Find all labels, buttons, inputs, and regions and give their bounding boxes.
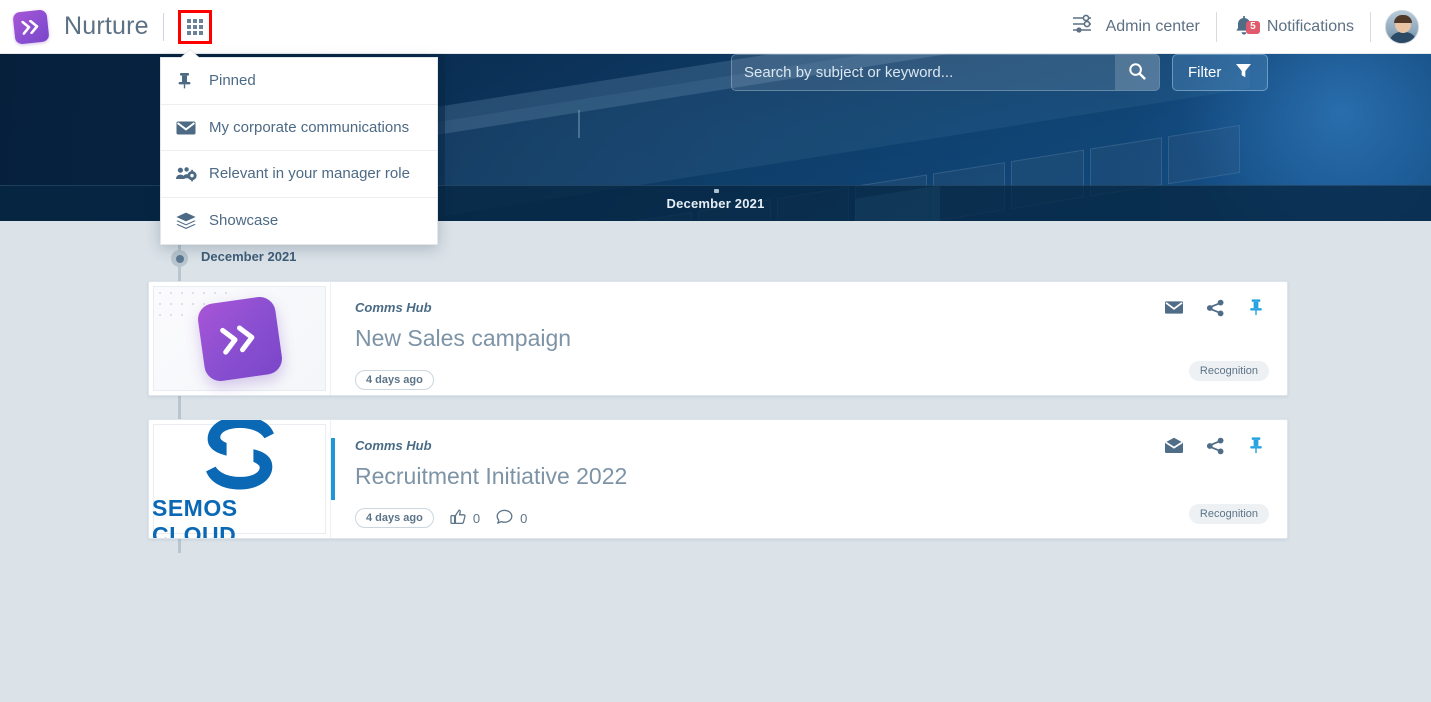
card-thumbnail [149,282,331,395]
notifications-label: Notifications [1266,17,1354,35]
card-hub-label: Comms Hub [355,438,432,453]
apps-grid-button[interactable] [177,9,212,44]
dropdown-item-label: Showcase [209,212,279,230]
comment-stat[interactable]: 0 [496,509,527,528]
dropdown-item-label: Relevant in your manager role [209,165,410,183]
avatar[interactable] [1385,9,1419,44]
search-box[interactable] [731,54,1160,91]
sliders-icon [1070,13,1094,40]
dropdown-item-label: My corporate communications [209,118,410,136]
notifications-button[interactable]: 5 Notifications [1217,15,1370,39]
like-stat[interactable]: 0 [450,509,480,528]
card-meta: 4 days ago [355,370,1267,390]
month-band-marker [714,189,719,193]
envelope-icon [175,118,209,137]
share-icon[interactable] [1206,437,1225,455]
pin-icon[interactable] [1247,436,1265,455]
timeline-month-label: December 2021 [201,249,297,264]
card-tag: Recognition [1188,504,1269,524]
card-hub-label: Comms Hub [355,300,432,315]
filter-label: Filter [1188,64,1222,81]
semos-cloud-logo-icon: SEMOS CLOUD [152,420,327,538]
apps-dropdown-menu: Pinned My corporate communications Relev [160,57,438,245]
notifications-badge: 5 [1245,20,1260,34]
hero-pole [578,110,580,138]
card-thumbnail: SEMOS CLOUD [149,420,331,538]
card-accent-bar [331,438,335,500]
filter-button[interactable]: Filter [1172,54,1269,91]
semos-cloud-text: SEMOS CLOUD [152,495,238,538]
timeline-marker [171,250,188,267]
card-actions [1164,436,1265,455]
card-tag: Recognition [1188,361,1269,381]
admin-center-label: Admin center [1105,17,1200,35]
funnel-icon [1235,62,1252,83]
header-divider [162,12,164,41]
feed-card[interactable]: SEMOS CLOUD Comms Hub Recruitment Initia… [148,419,1288,539]
search-input[interactable] [732,55,1115,90]
envelope-icon[interactable] [1164,299,1184,316]
nurture-logo-icon [12,8,50,45]
top-bar: Nurture Admin center 5 Notifications [0,0,1431,54]
comment-count: 0 [520,510,528,526]
dropdown-item-my-corporate-communications[interactable]: My corporate communications [161,105,437,151]
dropdown-item-pinned[interactable]: Pinned [161,58,437,105]
brand-name: Nurture [64,12,149,40]
card-time-pill: 4 days ago [355,508,434,528]
bell-icon: 5 [1233,15,1260,39]
card-body: Comms Hub New Sales campaign 4 days ago [331,282,1287,395]
layers-icon [175,211,209,230]
people-gear-icon [175,164,209,183]
apps-grid-icon [186,18,203,35]
header-divider-3 [1370,11,1371,42]
magnifier-icon [1128,62,1146,83]
comment-icon [496,509,513,528]
dropdown-item-label: Pinned [209,72,256,90]
card-title[interactable]: New Sales campaign [355,325,1267,352]
card-title[interactable]: Recruitment Initiative 2022 [355,463,1267,490]
thumbs-up-icon [450,509,466,528]
pin-icon [175,71,209,90]
dropdown-item-showcase[interactable]: Showcase [161,198,437,245]
dropdown-item-relevant-in-your-manager-role[interactable]: Relevant in your manager role [161,151,437,198]
search-button[interactable] [1115,55,1159,90]
feed-timeline: December 2021 Comms Hub New Sales campai… [0,221,1431,702]
card-time-pill: 4 days ago [355,370,434,390]
brand[interactable]: Nurture [0,8,149,45]
like-count: 0 [472,510,481,526]
nurture-logo-icon [195,294,284,383]
card-body: Comms Hub Recruitment Initiative 2022 4 … [331,420,1287,538]
card-meta: 4 days ago 0 0 [355,508,1267,528]
pin-icon[interactable] [1247,298,1265,317]
feed-card[interactable]: Comms Hub New Sales campaign 4 days ago [148,281,1288,396]
share-icon[interactable] [1206,299,1225,317]
search-area: Filter [731,54,1269,91]
envelope-open-icon[interactable] [1164,437,1184,454]
card-actions [1164,298,1265,317]
admin-center-button[interactable]: Admin center [1054,13,1216,40]
hero-month-label: December 2021 [666,196,765,211]
header-actions: Admin center 5 Notifications [1054,0,1431,54]
